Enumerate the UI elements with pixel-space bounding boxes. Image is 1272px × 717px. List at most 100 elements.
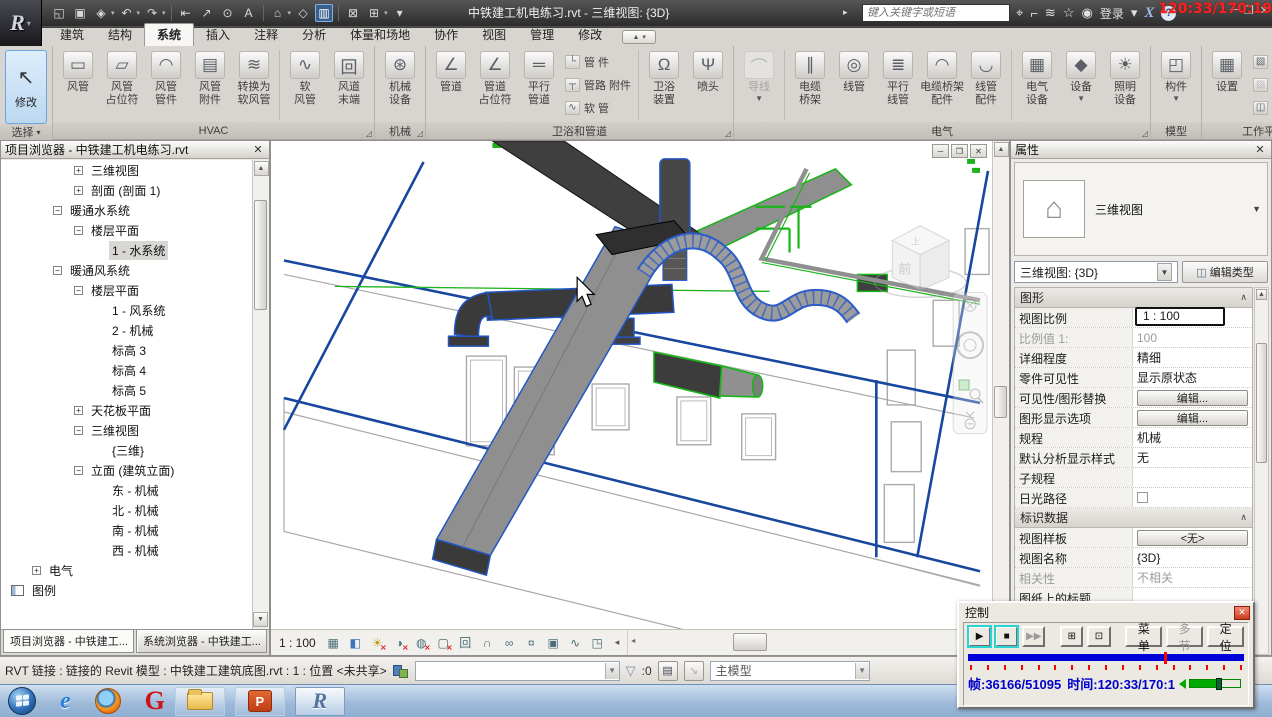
collapse-minus-icon[interactable]: − [74,426,83,435]
duct-button[interactable]: ▭风管 [56,48,100,122]
worksets-combo[interactable]: ▼ [415,661,620,681]
control-panel-titlebar[interactable]: 控制 ✕ [959,603,1253,621]
expand-plus-icon[interactable]: + [74,166,83,175]
collapse-viewbar-icon[interactable]: ◂ [615,637,620,648]
tree-item[interactable]: −楼层平面 [1,220,269,240]
property-value[interactable]: 编辑... [1133,408,1252,427]
scroll-up-icon[interactable]: ▲ [1256,289,1267,300]
temporary-view-properties-icon[interactable]: ▣ [545,634,562,651]
collapse-minus-icon[interactable]: − [53,266,62,275]
value-button[interactable]: 编辑... [1137,410,1248,426]
text-icon[interactable]: A [240,4,258,22]
tree-item[interactable]: +剖面 (剖面 1) [1,180,269,200]
panel-title-模型[interactable]: 模型 [1151,122,1201,139]
tree-item[interactable]: −楼层平面 [1,280,269,300]
multi-section-button[interactable]: 多节 [1166,626,1203,647]
value-button[interactable]: 编辑... [1137,390,1248,406]
collapse-minus-icon[interactable]: − [74,226,83,235]
tree-item[interactable]: 2 - 机械 [1,320,269,340]
tree-item[interactable]: −立面 (建筑立面) [1,460,269,480]
expand-plus-icon[interactable]: + [74,186,83,195]
tab-system-browser[interactable]: 系统浏览器 - 中铁建工... [136,629,267,653]
tree-item[interactable]: 标高 5 [1,380,269,400]
communication-icon[interactable]: ≋ [1045,5,1056,21]
save-icon[interactable]: ▣ [71,4,89,22]
shadows-icon[interactable]: ◑× [391,634,408,651]
close-hidden-windows-icon[interactable]: ⊠ [344,4,362,22]
tree-item[interactable]: 北 - 机械 [1,500,269,520]
scroll-up-icon[interactable]: ▲ [254,161,269,176]
dialog-launcher-icon[interactable]: ◿ [417,129,423,138]
expand-plus-icon[interactable]: + [32,566,41,575]
select-panel-footer[interactable]: 选择 ▾ [0,124,52,140]
mechanical-equipment-button[interactable]: ⊛机械设备 [378,48,422,122]
visual-style-icon[interactable]: ◧ [347,634,364,651]
modify-button[interactable]: ↖ 修改 [5,50,47,124]
key-icon[interactable]: ⌐ [1030,6,1038,21]
section-icon[interactable]: ◇ [294,4,312,22]
fast-forward-button[interactable]: ▶▶ [1022,626,1045,647]
tab-管理[interactable]: 管理 [518,24,566,46]
collapse-minus-icon[interactable]: − [74,466,83,475]
recent-documents-arrow-icon[interactable]: ▸ [843,7,848,18]
panel-title-工作平面[interactable]: 工作平面 [1202,122,1272,139]
user-icon[interactable]: ◉ [1081,5,1092,21]
chevron-down-icon[interactable]: ▼ [605,663,619,679]
show-work-plane-button[interactable]: ▧显示 [1249,51,1272,72]
sun-path-icon[interactable]: ☀× [369,634,386,651]
scrollbar-thumb[interactable] [733,633,767,651]
displacement-sets-icon[interactable]: ◳ [589,634,606,651]
chevron-down-icon[interactable]: ▾ [162,9,166,17]
exchange-apps-icon[interactable]: X [1144,5,1154,22]
scroll-down-icon[interactable]: ▼ [253,612,268,627]
tab-project-browser[interactable]: 项目浏览器 - 中铁建工... [3,629,134,653]
project-browser-header[interactable]: 项目浏览器 - 中铁建工机电练习.rvt ✕ [1,141,269,159]
dialog-launcher-icon[interactable]: ◿ [1142,129,1148,138]
worksets-icon[interactable] [393,663,409,679]
chevron-down-icon[interactable]: ▼ [855,663,869,679]
scroll-up-icon[interactable]: ▲ [994,142,1009,157]
value-button[interactable]: <无> [1137,530,1248,546]
tree-item[interactable]: 1 - 水系统 [1,240,269,260]
view-restore-icon[interactable]: ❒ [951,144,968,158]
tab-系统[interactable]: 系统 [144,23,194,46]
tag-icon[interactable]: ⊙ [219,4,237,22]
tree-item[interactable]: 西 - 机械 [1,540,269,560]
redo-icon[interactable]: ↷ [143,4,161,22]
gray-pipe-run[interactable] [762,169,980,304]
parallel-pipes-button[interactable]: ═平行管道 [517,48,561,122]
tab-注释[interactable]: 注释 [242,24,290,46]
tree-item[interactable]: −三维视图 [1,420,269,440]
tree-item[interactable]: 标高 3 [1,340,269,360]
progress-bar[interactable] [968,654,1244,661]
full-screen-button[interactable]: ⊡ [1087,626,1110,647]
volume-slider[interactable] [1189,679,1241,688]
properties-scrollbar[interactable]: ▲ [1254,287,1269,655]
panel-title-机械[interactable]: 机械◿ [375,122,425,139]
undo-icon[interactable]: ↶ [118,4,136,22]
chevron-down-icon[interactable]: ▾ [111,9,115,17]
explorer-icon-frame[interactable] [175,687,225,716]
close-icon[interactable]: ✕ [251,143,265,156]
powerpoint-icon-frame[interactable]: P [235,687,285,716]
scrollbar-thumb[interactable] [254,200,267,310]
progress-marker[interactable] [1164,652,1167,664]
internet-explorer-icon[interactable]: e [60,688,71,715]
scrollbar-thumb[interactable] [994,386,1007,418]
tree-item[interactable]: −暖通风系统 [1,260,269,280]
default-3d-view-icon[interactable]: ⌂ [269,4,287,22]
analytical-model-icon[interactable]: ∿ [567,634,584,651]
design-options-icon[interactable]: ▤ [658,661,678,681]
firefox-icon[interactable] [95,688,121,714]
vertical-scrollbar[interactable]: ▲ ▼ [992,141,1009,629]
lighting-fixture-button[interactable]: ☀照明设备 [1103,48,1147,122]
scrollbar-thumb[interactable] [1256,343,1267,463]
property-value[interactable]: 精细 [1133,348,1252,367]
collapse-chevron-icon[interactable]: ∧ [1240,512,1247,523]
window-mode-button[interactable]: ⊞ [1060,626,1083,647]
tree-item[interactable]: {三维} [1,440,269,460]
property-value[interactable]: 机械 [1133,428,1252,447]
view-minimize-icon[interactable]: ─ [932,144,949,158]
scale-value-box[interactable]: 1 : 100 [1135,307,1225,326]
locate-button[interactable]: 定位 [1207,626,1244,647]
